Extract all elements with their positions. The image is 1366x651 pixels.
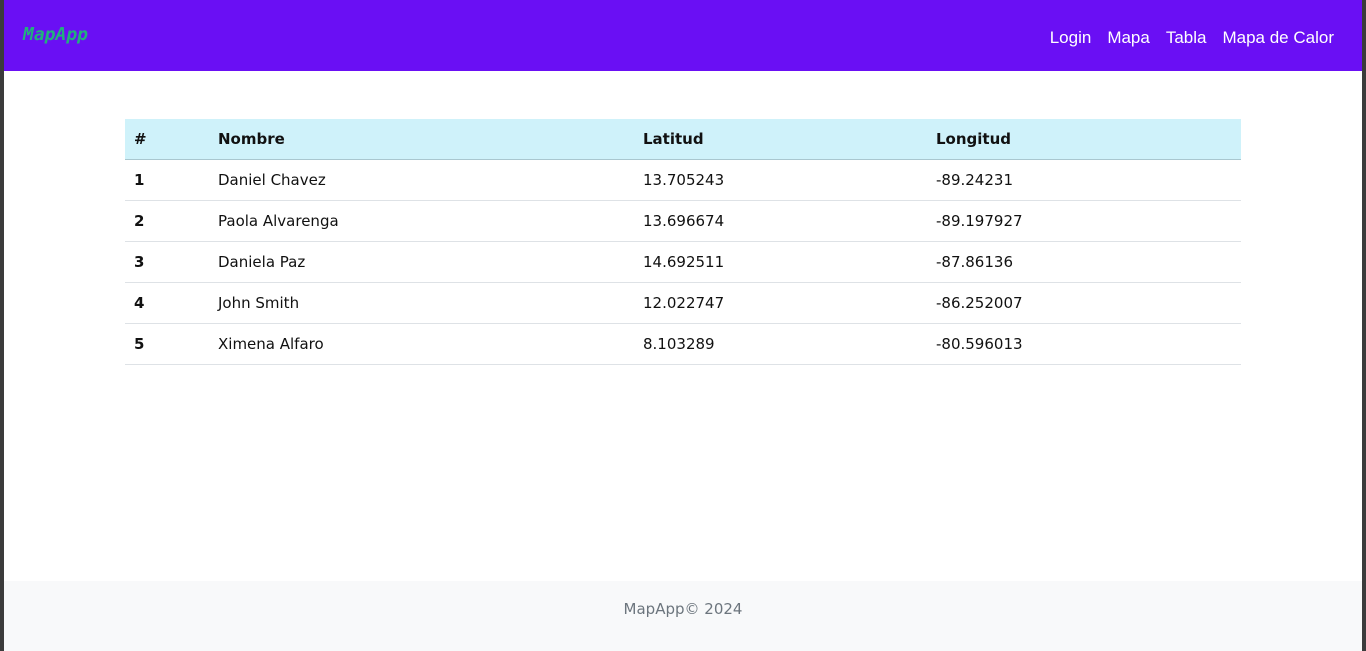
column-header-index: # (125, 119, 209, 160)
data-table: # Nombre Latitud Longitud 1 Daniel Chave… (125, 119, 1241, 365)
brand-logo[interactable]: MapApp (23, 22, 88, 48)
cell-index: 1 (125, 159, 209, 201)
table-header-row: # Nombre Latitud Longitud (125, 119, 1241, 160)
nav-link-login[interactable]: Login (1050, 26, 1092, 50)
cell-nombre: Daniela Paz (209, 241, 634, 283)
column-header-latitud: Latitud (634, 119, 927, 160)
cell-longitud: -89.197927 (927, 200, 1241, 242)
table-row: 3 Daniela Paz 14.692511 -87.86136 (125, 241, 1241, 283)
data-table-container: # Nombre Latitud Longitud 1 Daniel Chave… (125, 119, 1241, 365)
cell-index: 2 (125, 200, 209, 242)
cell-latitud: 14.692511 (634, 241, 927, 283)
nav-links: Login Mapa Tabla Mapa de Calor (1050, 26, 1334, 50)
cell-longitud: -80.596013 (927, 323, 1241, 365)
nav-link-mapa[interactable]: Mapa (1107, 26, 1150, 50)
navbar: MapApp Login Mapa Tabla Mapa de Calor (4, 0, 1362, 71)
cell-latitud: 8.103289 (634, 323, 927, 365)
cell-index: 4 (125, 282, 209, 324)
cell-longitud: -87.86136 (927, 241, 1241, 283)
column-header-longitud: Longitud (927, 119, 1241, 160)
cell-nombre: John Smith (209, 282, 634, 324)
footer: MapApp© 2024 (4, 581, 1362, 651)
nav-link-tabla[interactable]: Tabla (1166, 26, 1207, 50)
column-header-nombre: Nombre (209, 119, 634, 160)
cell-latitud: 13.705243 (634, 159, 927, 201)
nav-link-mapa-de-calor[interactable]: Mapa de Calor (1222, 26, 1334, 50)
cell-index: 3 (125, 241, 209, 283)
cell-latitud: 12.022747 (634, 282, 927, 324)
table-row: 1 Daniel Chavez 13.705243 -89.24231 (125, 159, 1241, 201)
table-row: 5 Ximena Alfaro 8.103289 -80.596013 (125, 323, 1241, 365)
cell-nombre: Daniel Chavez (209, 159, 634, 201)
cell-latitud: 13.696674 (634, 200, 927, 242)
footer-copyright: MapApp© 2024 (623, 600, 743, 618)
cell-nombre: Paola Alvarenga (209, 200, 634, 242)
cell-nombre: Ximena Alfaro (209, 323, 634, 365)
cell-longitud: -86.252007 (927, 282, 1241, 324)
cell-longitud: -89.24231 (927, 159, 1241, 201)
cell-index: 5 (125, 323, 209, 365)
table-row: 2 Paola Alvarenga 13.696674 -89.197927 (125, 200, 1241, 242)
table-row: 4 John Smith 12.022747 -86.252007 (125, 282, 1241, 324)
app-frame: MapApp Login Mapa Tabla Mapa de Calor # … (4, 0, 1362, 651)
